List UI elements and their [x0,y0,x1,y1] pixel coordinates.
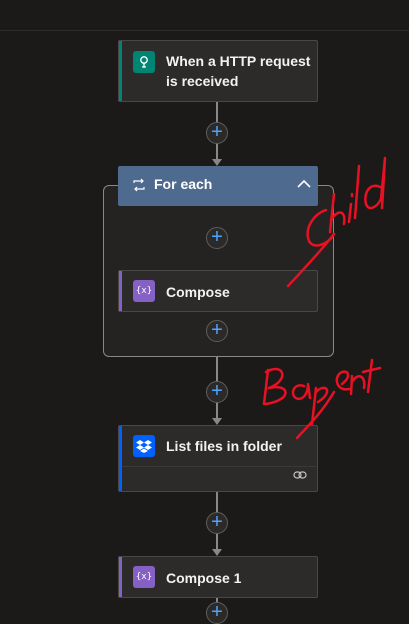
parent-handwriting [262,358,382,426]
card-footer [122,466,317,491]
trigger-title-line-2: is received [166,73,239,89]
connection-link-icon[interactable] [293,467,307,485]
compose-1-accent [119,557,122,597]
connector-arrow [212,549,222,556]
compose-accent [119,271,122,311]
add-step-button[interactable]: + [206,512,228,534]
chevron-up-icon[interactable] [296,176,312,197]
add-step-button[interactable]: + [206,122,228,144]
compose-icon: {x} [133,566,155,588]
loop-icon [132,178,146,197]
http-request-icon [133,51,155,73]
list-files-title: List files in folder [166,438,282,454]
trigger-title-line-1: When a HTTP request [166,53,311,69]
compose-1-card[interactable]: {x} Compose 1 [118,556,318,598]
add-step-in-loop-button[interactable]: + [206,227,228,249]
add-step-in-loop-button[interactable]: + [206,320,228,342]
list-files-card[interactable]: List files in folder [118,425,318,492]
add-step-button[interactable]: + [206,381,228,403]
add-step-button[interactable]: + [206,602,228,624]
foreach-title: For each [154,176,213,192]
compose-icon: {x} [133,280,155,302]
compose-title: Compose [166,284,230,300]
foreach-header[interactable]: For each [118,166,318,206]
canvas-top-divider [0,30,409,31]
trigger-card[interactable]: When a HTTP request is received [118,40,318,102]
connector-arrow [212,159,222,166]
compose-1-title: Compose 1 [166,570,242,586]
dropbox-icon [133,435,155,457]
trigger-accent [119,41,122,101]
compose-card[interactable]: {x} Compose [118,270,318,312]
connector-arrow [212,418,222,425]
